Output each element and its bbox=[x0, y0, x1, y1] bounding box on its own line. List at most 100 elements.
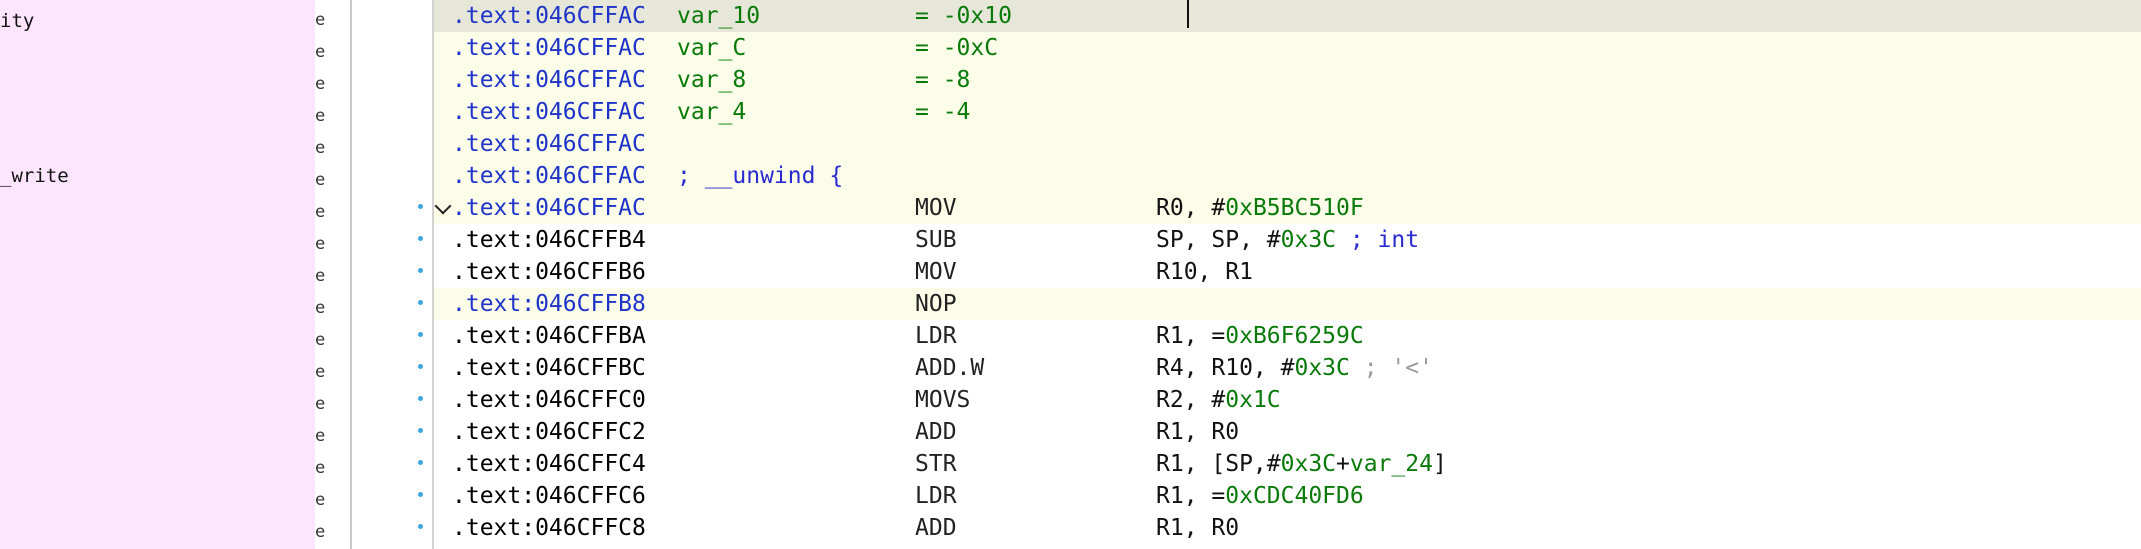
address-label[interactable]: .text:046CFFB6 bbox=[452, 256, 646, 288]
address-label[interactable]: .text:046CFFAC bbox=[452, 160, 646, 192]
operand-part: 0xB6F6259C bbox=[1225, 323, 1364, 349]
truncated-function-entry[interactable]: e bbox=[315, 196, 330, 228]
instruction-mnemonic[interactable]: MOV bbox=[915, 256, 957, 288]
listing-row[interactable]: .text:046CFFAC bbox=[434, 128, 2141, 160]
truncated-function-entry[interactable]: e bbox=[315, 484, 330, 516]
function-list-overflow-column: eeeeeeeeeeeeeeeee bbox=[315, 0, 353, 549]
instruction-mnemonic[interactable]: LDR bbox=[915, 480, 957, 512]
instruction-mnemonic[interactable]: ADD bbox=[915, 512, 957, 544]
instruction-marker-dot[interactable] bbox=[418, 460, 423, 465]
address-label[interactable]: .text:046CFFB4 bbox=[452, 224, 646, 256]
truncated-function-entry[interactable]: e bbox=[315, 132, 330, 164]
listing-row[interactable]: .text:046CFFBA LDR R1, =0xB6F6259C bbox=[434, 320, 2141, 352]
address-label[interactable]: .text:046CFFBC bbox=[452, 352, 646, 384]
truncated-function-entry[interactable]: e bbox=[315, 324, 330, 356]
address-label[interactable]: .text:046CFFC6 bbox=[452, 480, 646, 512]
truncated-function-entry[interactable]: e bbox=[315, 516, 330, 548]
listing-row[interactable]: .text:046CFFB6 MOV R10, R1 bbox=[434, 256, 2141, 288]
truncated-function-entry[interactable]: e bbox=[315, 228, 330, 260]
instruction-marker-dot[interactable] bbox=[418, 236, 423, 241]
instruction-operands[interactable]: SP, SP, #0x3C ; int bbox=[1156, 224, 1419, 256]
listing-row[interactable]: .text:046CFFAC MOV R0, #0xB5BC510F bbox=[434, 192, 2141, 224]
stack-var-name[interactable]: var_10 bbox=[677, 0, 760, 32]
instruction-operands[interactable]: R10, R1 bbox=[1156, 256, 1253, 288]
operand-part: 0x3C bbox=[1280, 451, 1337, 477]
address-label[interactable]: .text:046CFFAC bbox=[452, 32, 646, 64]
address-label[interactable]: .text:046CFFAC bbox=[452, 192, 646, 224]
truncated-function-entry[interactable]: e bbox=[315, 4, 330, 36]
stack-var-offset: = -0xC bbox=[915, 35, 999, 61]
listing-row[interactable]: .text:046CFFAC var_10 = -0x10 bbox=[434, 0, 2141, 32]
instruction-operands[interactable]: R1, R0 bbox=[1156, 512, 1239, 544]
truncated-function-entry[interactable]: e bbox=[315, 388, 330, 420]
instruction-mnemonic[interactable]: SUB bbox=[915, 224, 957, 256]
address-label[interactable]: .text:046CFFC0 bbox=[452, 384, 646, 416]
instruction-marker-dot[interactable] bbox=[418, 364, 423, 369]
instruction-marker-dot[interactable] bbox=[418, 428, 423, 433]
operand-part: R2, # bbox=[1156, 387, 1226, 413]
instruction-marker-dot[interactable] bbox=[418, 300, 423, 305]
instruction-operands[interactable]: R4, R10, #0x3C ; '<' bbox=[1156, 352, 1433, 384]
listing-row[interactable]: .text:046CFFBC ADD.W R4, R10, #0x3C ; '<' bbox=[434, 352, 2141, 384]
address-label[interactable]: .text:046CFFBA bbox=[452, 320, 646, 352]
instruction-mnemonic[interactable]: NOP bbox=[915, 288, 957, 320]
address-label[interactable]: .text:046CFFB8 bbox=[452, 288, 646, 320]
listing-row[interactable]: .text:046CFFC6 LDR R1, =0xCDC40FD6 bbox=[434, 480, 2141, 512]
instruction-mnemonic[interactable]: ADD bbox=[915, 416, 957, 448]
address-label[interactable]: .text:046CFFAC bbox=[452, 64, 646, 96]
disassembly-listing[interactable]: .text:046CFFAC var_10 = -0x10 .text:046CFFA… bbox=[434, 0, 2141, 549]
listing-row[interactable]: .text:046CFFAC var_8 = -8 bbox=[434, 64, 2141, 96]
listing-row[interactable]: .text:046CFFAC var_C = -0xC bbox=[434, 32, 2141, 64]
instruction-mnemonic[interactable]: LDR bbox=[915, 320, 957, 352]
truncated-function-entry[interactable]: e bbox=[315, 356, 330, 388]
address-label[interactable]: .text:046CFFAC bbox=[452, 96, 646, 128]
function-list-item[interactable]: _write bbox=[0, 165, 69, 187]
truncated-function-entry[interactable]: e bbox=[315, 36, 330, 68]
address-label[interactable]: .text:046CFFC4 bbox=[452, 448, 646, 480]
text-cursor bbox=[1187, 0, 1189, 28]
listing-row[interactable]: .text:046CFFC8 ADD R1, R0 bbox=[434, 512, 2141, 544]
listing-row[interactable]: .text:046CFFC4 STR R1, [SP,#0x3C+var_24] bbox=[434, 448, 2141, 480]
function-list-item[interactable]: ity bbox=[0, 10, 34, 32]
truncated-function-entry[interactable]: e bbox=[315, 420, 330, 452]
instruction-marker-dot[interactable] bbox=[418, 204, 423, 209]
instruction-marker-dot[interactable] bbox=[418, 332, 423, 337]
instruction-marker-dot[interactable] bbox=[418, 524, 423, 529]
stack-var-name[interactable]: var_8 bbox=[677, 64, 746, 96]
instruction-marker-dot[interactable] bbox=[418, 268, 423, 273]
instruction-mnemonic[interactable]: ADD.W bbox=[915, 352, 984, 384]
address-label[interactable]: .text:046CFFC2 bbox=[452, 416, 646, 448]
listing-row[interactable]: .text:046CFFC2 ADD R1, R0 bbox=[434, 416, 2141, 448]
listing-row[interactable]: .text:046CFFB8 NOP bbox=[434, 288, 2141, 320]
address-label[interactable]: .text:046CFFC8 bbox=[452, 512, 646, 544]
instruction-operands[interactable]: R2, #0x1C bbox=[1156, 384, 1281, 416]
stack-var-name[interactable]: var_C bbox=[677, 32, 746, 64]
truncated-function-entry[interactable]: e bbox=[315, 292, 330, 324]
operand-part: R4, R10, # bbox=[1156, 355, 1295, 381]
instruction-marker-dot[interactable] bbox=[418, 492, 423, 497]
instruction-operands[interactable]: R1, R0 bbox=[1156, 416, 1239, 448]
listing-row[interactable]: .text:046CFFAC var_4 = -4 bbox=[434, 96, 2141, 128]
address-label[interactable]: .text:046CFFAC bbox=[452, 128, 646, 160]
listing-row[interactable]: .text:046CFFB4 SUB SP, SP, #0x3C ; int bbox=[434, 224, 2141, 256]
stack-var-name[interactable]: var_4 bbox=[677, 96, 746, 128]
truncated-function-entry[interactable]: e bbox=[315, 164, 330, 196]
instruction-operands[interactable]: R0, #0xB5BC510F bbox=[1156, 192, 1364, 224]
instruction-operands[interactable]: R1, =0xB6F6259C bbox=[1156, 320, 1364, 352]
instruction-marker-dot[interactable] bbox=[418, 396, 423, 401]
operand-part: R1, R0 bbox=[1156, 419, 1240, 445]
listing-row[interactable]: .text:046CFFC0 MOVS R2, #0x1C bbox=[434, 384, 2141, 416]
listing-row[interactable]: .text:046CFFAC ; __unwind { bbox=[434, 160, 2141, 192]
truncated-function-entry[interactable]: e bbox=[315, 452, 330, 484]
truncated-function-entry[interactable]: e bbox=[315, 260, 330, 292]
truncated-function-entry[interactable]: e bbox=[315, 68, 330, 100]
instruction-mnemonic[interactable]: MOVS bbox=[915, 384, 970, 416]
operand-part: R1, = bbox=[1156, 483, 1226, 509]
operand-part: R0, # bbox=[1156, 195, 1226, 221]
instruction-mnemonic[interactable]: MOV bbox=[915, 192, 957, 224]
instruction-mnemonic[interactable]: STR bbox=[915, 448, 957, 480]
instruction-operands[interactable]: R1, [SP,#0x3C+var_24] bbox=[1156, 448, 1447, 480]
instruction-operands[interactable]: R1, =0xCDC40FD6 bbox=[1156, 480, 1364, 512]
truncated-function-entry[interactable]: e bbox=[315, 100, 330, 132]
address-label[interactable]: .text:046CFFAC bbox=[452, 0, 646, 32]
